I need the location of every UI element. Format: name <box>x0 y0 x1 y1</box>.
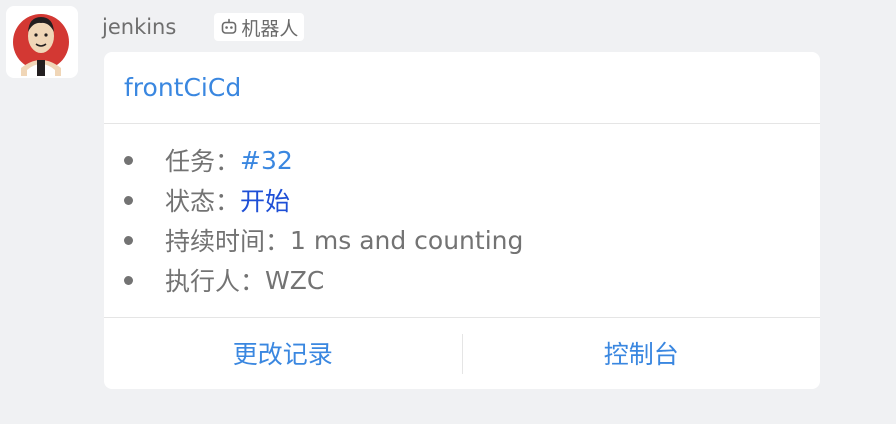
bullet <box>124 275 133 285</box>
field-executor-label: 执行人： <box>165 267 266 296</box>
jenkins-butler-icon <box>13 14 69 76</box>
bot-badge-label: 机器人 <box>241 17 299 40</box>
field-executor: 执行人： WZC <box>104 260 820 300</box>
bullet <box>124 235 133 245</box>
card-field-list: 任务： #32 状态： 开始 持续时间： 1 ms and counting 执… <box>104 124 820 318</box>
card-title-link[interactable]: frontCiCd <box>104 52 820 124</box>
duration-value: 1 ms and counting <box>290 225 524 255</box>
executor-value: WZC <box>265 265 325 295</box>
bot-badge: 机器人 <box>214 13 305 41</box>
status-value: 开始 <box>240 187 291 216</box>
sender-name[interactable]: jenkins <box>102 15 176 39</box>
field-status-label: 状态： <box>165 187 241 216</box>
field-task: 任务： #32 <box>104 140 820 180</box>
field-duration: 持续时间： 1 ms and counting <box>104 220 820 260</box>
field-status: 状态： 开始 <box>104 180 820 220</box>
changes-button[interactable]: 更改记录 <box>104 318 462 388</box>
jenkins-message-card: frontCiCd 任务： #32 状态： 开始 持续时间： 1 ms and … <box>104 52 820 389</box>
robot-icon <box>222 18 237 34</box>
bullet <box>124 195 133 205</box>
task-number-link[interactable]: #32 <box>240 146 293 175</box>
field-duration-label: 持续时间： <box>165 227 291 256</box>
message-sender: jenkins 机器人 <box>102 12 305 42</box>
jenkins-avatar[interactable] <box>6 6 78 78</box>
bullet <box>124 155 133 165</box>
console-button[interactable]: 控制台 <box>463 318 821 388</box>
field-task-label: 任务： <box>165 147 241 176</box>
card-actions: 更改记录 控制台 <box>104 318 820 388</box>
